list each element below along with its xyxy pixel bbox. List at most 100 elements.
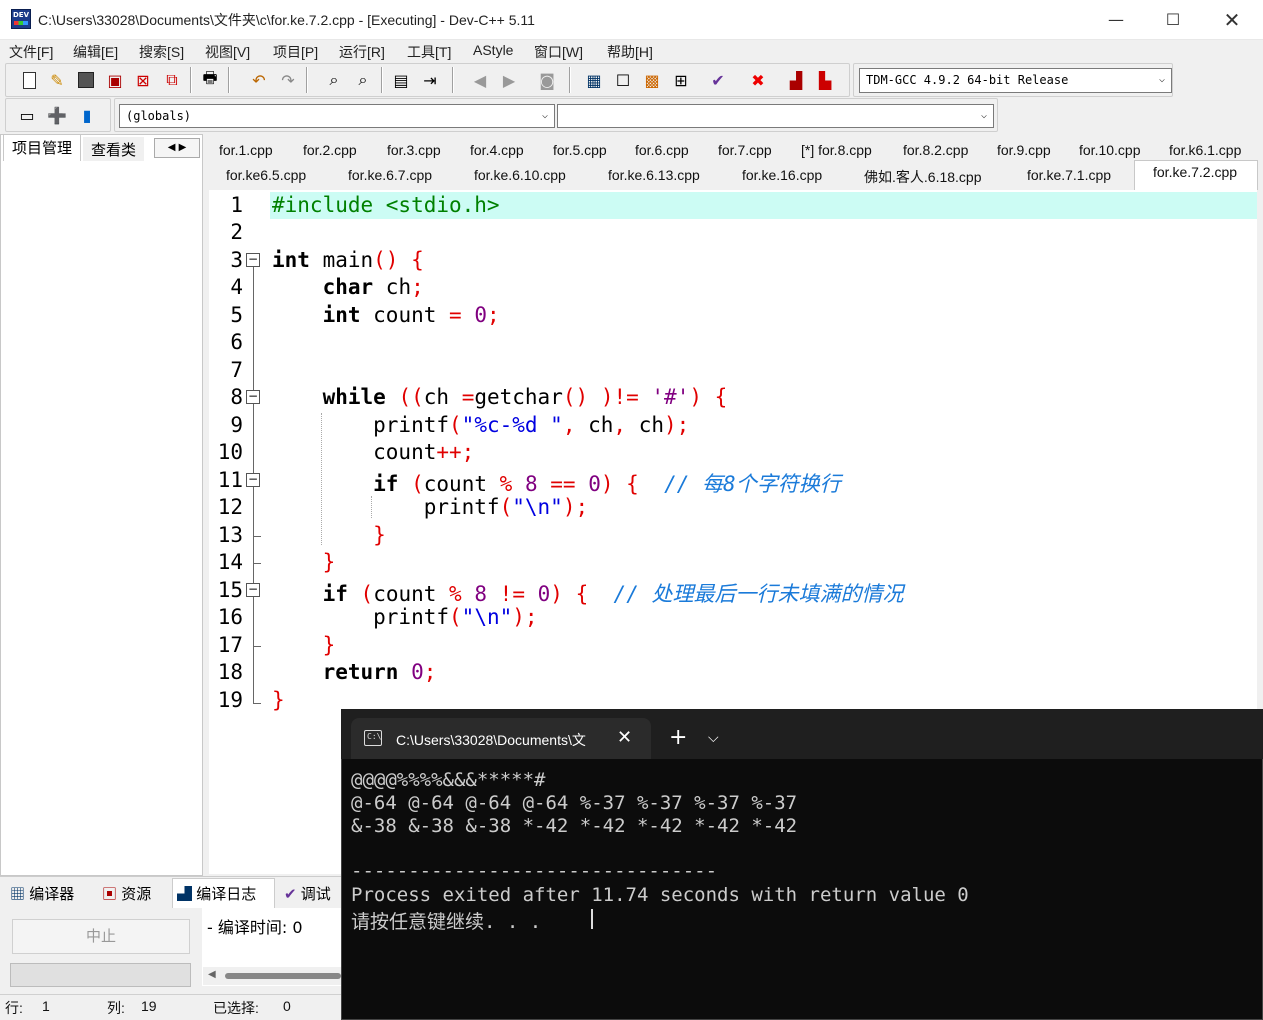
fold-end-mark [253, 563, 261, 564]
menu-tools[interactable]: 工具[T] [407, 42, 451, 62]
status-row-label: 行: [5, 1000, 23, 1016]
file-tab[interactable]: for.ke.7.1.cpp [1027, 164, 1111, 188]
delete-profile-icon[interactable]: ▙ [813, 69, 837, 91]
symbol-select[interactable]: ⌵ [557, 104, 994, 128]
file-tab[interactable]: for.ke.6.13.cpp [608, 164, 700, 188]
file-tab[interactable]: [*] for.8.cpp [801, 139, 872, 163]
tab-resources[interactable]: ▣ 资源 [102, 883, 151, 904]
undo-icon[interactable]: ↶ [247, 69, 271, 91]
file-tab[interactable]: for.10.cpp [1079, 139, 1141, 163]
replace-icon[interactable]: ⌕ [351, 69, 375, 91]
menu-project[interactable]: 项目[P] [273, 42, 318, 62]
fold-collapse-icon[interactable]: − [246, 473, 260, 487]
scope-select[interactable]: (globals) ⌵ [119, 104, 555, 128]
menu-search[interactable]: 搜索[S] [139, 42, 184, 62]
code-line-13: } [373, 523, 386, 547]
file-tab[interactable]: for.4.cpp [470, 139, 524, 163]
file-tab[interactable]: for.ke6.5.cpp [226, 164, 306, 188]
tab-compile-log[interactable]: ▟ 编译日志 [172, 878, 275, 908]
close-all-icon[interactable]: ⧉ [160, 69, 184, 91]
file-tab[interactable]: for.2.cpp [303, 139, 357, 163]
chart-profile-icon[interactable]: ▟ [784, 69, 808, 91]
scroll-thumb[interactable] [225, 973, 341, 979]
code-line-1: #include <stdio.h> [272, 193, 500, 217]
file-tab[interactable]: for.3.cpp [387, 139, 441, 163]
file-tab[interactable]: for.6.cpp [635, 139, 689, 163]
file-tab[interactable]: for.5.cpp [553, 139, 607, 163]
fold-collapse-icon[interactable]: − [246, 390, 260, 404]
tab-class-view[interactable]: 查看类 [83, 137, 145, 162]
code-comment: // 每8个字符换行 [664, 472, 841, 496]
stop-execution-icon[interactable]: ✖ [746, 69, 770, 91]
window-title: C:\Users\33028\Documents\文件夹\c\for.ke.7.… [38, 12, 535, 28]
line-number: 19 [217, 688, 243, 712]
file-tab-active[interactable]: for.ke.7.2.cpp [1134, 160, 1258, 190]
close-button[interactable]: ✕ [1204, 0, 1260, 40]
goto-line-icon[interactable]: ⇥ [418, 69, 442, 91]
file-tab[interactable]: for.1.cpp [219, 139, 273, 163]
new-file-icon[interactable] [17, 69, 41, 91]
file-tab[interactable]: for.9.cpp [997, 139, 1051, 163]
menu-file[interactable]: 文件[F] [9, 42, 53, 62]
find-icon[interactable]: ⌕ [322, 69, 346, 91]
fold-end-mark [253, 646, 261, 647]
line-number: 1 [230, 193, 243, 217]
status-row: 1 [42, 998, 50, 1014]
goto-impl-icon[interactable]: ▮ [75, 104, 99, 126]
menu-view[interactable]: 视图[V] [205, 42, 250, 62]
goto-decl-icon[interactable]: ➕ [45, 104, 69, 126]
toggle-bookmark-icon[interactable]: ◙ [535, 69, 559, 91]
menu-run[interactable]: 运行[R] [339, 42, 385, 62]
code-line-15: if (count % 8 != 0) { // 处理最后一行未填满的情况 [322, 582, 904, 606]
menu-astyle[interactable]: AStyle [473, 42, 513, 58]
minimize-button[interactable]: — [1088, 0, 1144, 40]
compile-icon[interactable]: ▦ [582, 69, 606, 91]
bookmark-prev-icon[interactable]: ◀ [468, 69, 492, 91]
redo-icon[interactable]: ↷ [276, 69, 300, 91]
print-icon[interactable]: 🖶 [198, 68, 222, 91]
save-icon[interactable] [74, 69, 98, 91]
maximize-button[interactable]: ☐ [1145, 0, 1201, 40]
check-syntax-icon[interactable]: ✔ [706, 69, 730, 91]
indent-icon[interactable]: ▤ [389, 69, 413, 91]
console-line: Process exited after 11.74 seconds with … [351, 884, 969, 906]
compile-run-icon[interactable]: ▩ [640, 69, 664, 91]
file-tab[interactable]: for.8.2.cpp [903, 139, 968, 163]
bookmark-next-icon[interactable]: ▶ [497, 69, 521, 91]
toolbar-separator [190, 67, 192, 93]
fold-collapse-icon[interactable]: − [246, 253, 260, 267]
file-tab[interactable]: for.7.cpp [718, 139, 772, 163]
run-icon[interactable]: ☐ [611, 69, 635, 91]
file-tab[interactable]: 佛如.客人.6.18.cpp [864, 164, 982, 188]
insert-icon[interactable]: ▭ [15, 104, 39, 126]
compiler-select[interactable]: TDM-GCC 4.9.2 64-bit Release ⌵ [859, 68, 1172, 93]
file-tab[interactable]: for.ke.6.10.cpp [474, 164, 566, 188]
stop-button[interactable]: 中止 [12, 919, 190, 954]
menu-help[interactable]: 帮助[H] [607, 42, 653, 62]
line-number: 7 [230, 358, 243, 382]
close-file-icon[interactable]: ⊠ [131, 69, 155, 91]
menu-window[interactable]: 窗口[W] [534, 42, 583, 62]
tab-scroll-arrows[interactable]: ◀ ▶ [154, 138, 200, 158]
tab-debug[interactable]: ✔ 调试 [284, 883, 341, 904]
console-cursor [591, 909, 593, 929]
file-tab[interactable]: for.ke.16.cpp [742, 164, 822, 188]
toolbar-separator [306, 67, 308, 93]
line-number: 18 [217, 660, 243, 684]
scroll-left-icon[interactable]: ◀ [208, 969, 216, 980]
new-tab-icon[interactable]: + [669, 725, 687, 750]
close-tab-icon[interactable]: ✕ [617, 727, 632, 748]
tab-project-manager[interactable]: 项目管理 [3, 134, 82, 161]
console-line: -------------------------------- [351, 860, 718, 882]
rebuild-icon[interactable]: ⊞ [669, 69, 693, 91]
code-line-8: while ((ch =getchar() )!= '#') { [322, 385, 728, 409]
chevron-down-icon[interactable]: ⌵ [708, 730, 719, 746]
tab-compiler-label: 编译器 [29, 886, 75, 903]
open-file-icon[interactable]: ✎ [45, 69, 69, 91]
code-line-10: count++; [272, 440, 475, 464]
menu-edit[interactable]: 编辑[E] [73, 42, 118, 62]
file-tab[interactable]: for.ke.6.7.cpp [348, 164, 432, 188]
fold-collapse-icon[interactable]: − [246, 583, 260, 597]
save-all-icon[interactable]: ▣ [103, 69, 127, 91]
tab-compiler[interactable]: ▦ 编译器 [10, 883, 74, 904]
